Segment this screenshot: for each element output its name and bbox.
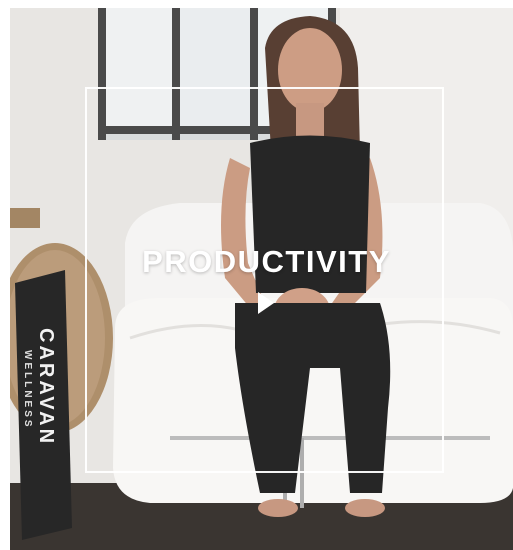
roll-sub-label: WELLNESS <box>22 350 33 430</box>
roll-brand-label: CARAVAN <box>35 328 57 447</box>
overlay-frame <box>85 87 444 473</box>
roll-brand-text: CARAVAN WELLNESS <box>22 328 70 498</box>
play-icon[interactable] <box>258 292 274 314</box>
video-title: PRODUCTIVITY <box>142 244 391 279</box>
video-card-productivity[interactable]: CARAVAN WELLNESS PRODUCTIVITY <box>10 8 513 550</box>
